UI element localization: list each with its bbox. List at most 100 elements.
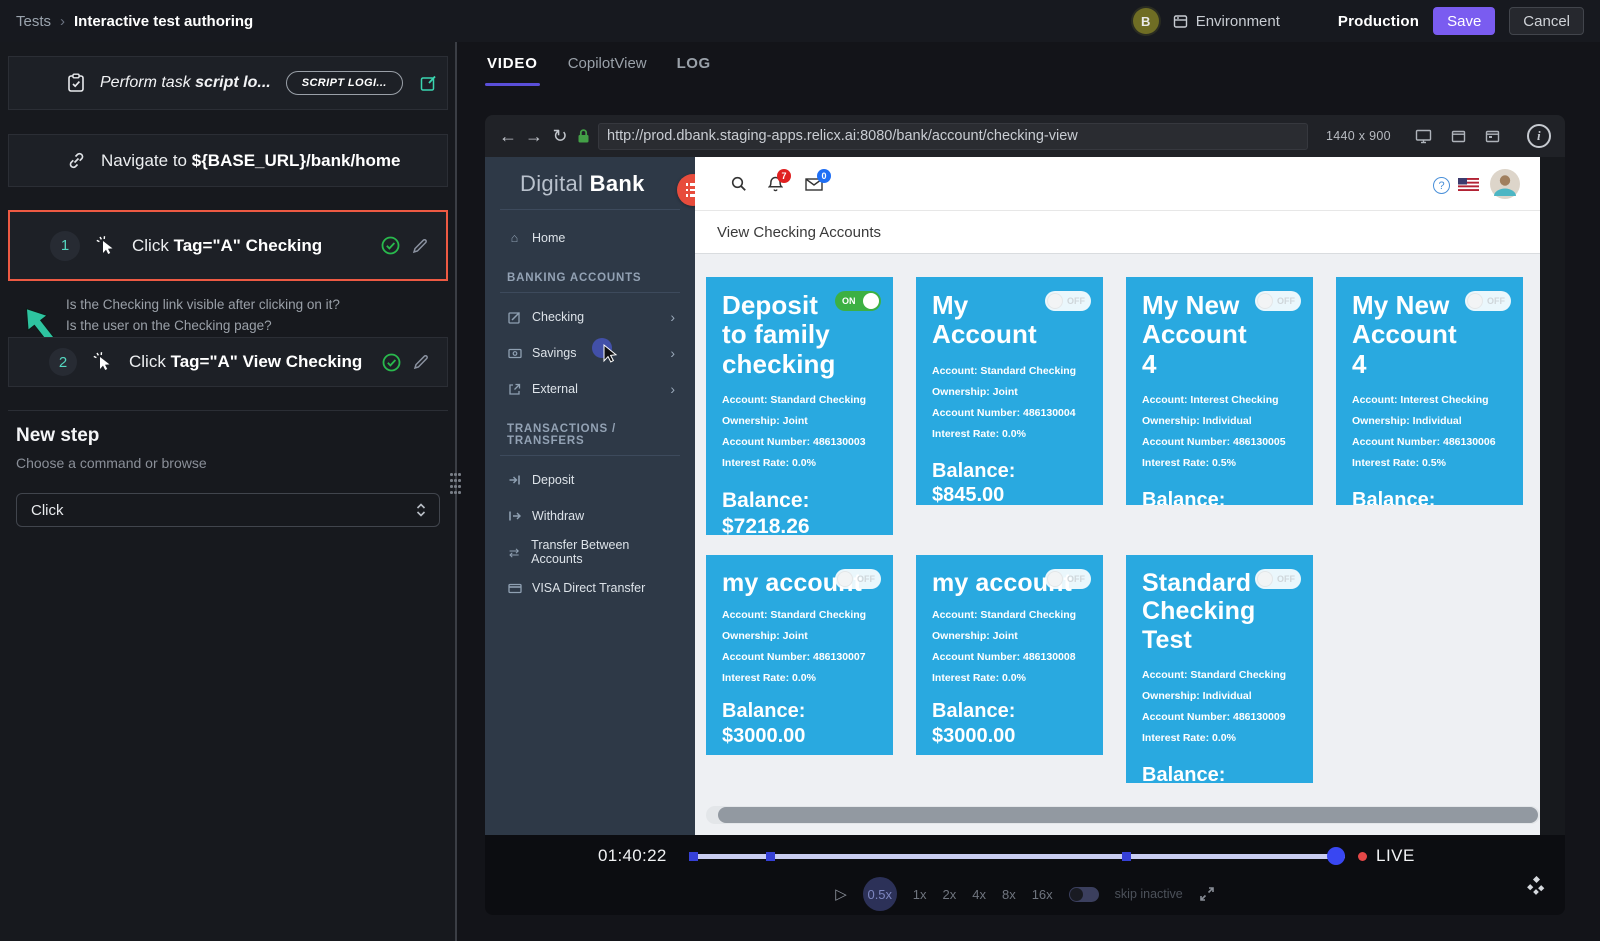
browser-forward-icon[interactable]: →: [521, 126, 547, 147]
deposit-icon: [507, 474, 522, 486]
bank-nav-savings[interactable]: Savings ›: [485, 335, 695, 371]
skip-inactive-toggle[interactable]: [1069, 887, 1099, 902]
account-toggle[interactable]: OFF: [1255, 569, 1301, 589]
tab-log[interactable]: LOG: [677, 55, 711, 86]
click-cursor-icon: [95, 235, 117, 257]
player-progress-track[interactable]: [690, 854, 1345, 859]
bank-section-banking-accounts: BANKING ACCOUNTS: [485, 256, 695, 284]
account-field: Ownership: Joint: [722, 411, 877, 432]
url-bar[interactable]: http://prod.dbank.staging-apps.relicx.ai…: [598, 123, 1308, 150]
event-marker[interactable]: [766, 852, 775, 861]
speed-0-5x-button[interactable]: 0.5x: [863, 877, 897, 911]
account-field: Ownership: Individual: [1142, 686, 1297, 707]
player-timestamp: 01:40:22: [598, 846, 682, 866]
step-1-edit-icon[interactable]: [412, 238, 428, 254]
bank-nav-visa-transfer[interactable]: VISA Direct Transfer: [485, 570, 695, 606]
help-icon[interactable]: ?: [1433, 177, 1450, 194]
tab-copilotview[interactable]: CopilotView: [568, 55, 647, 86]
task-clipboard-icon: [67, 73, 85, 93]
account-field: Account: Interest Checking: [1142, 390, 1297, 411]
account-field: Interest Rate: 0.0%: [932, 668, 1087, 689]
account-toggle[interactable]: OFF: [835, 569, 881, 589]
fullscreen-expand-icon[interactable]: [1199, 886, 1215, 902]
edit-task-icon[interactable]: [420, 75, 437, 92]
live-label: LIVE: [1376, 846, 1415, 866]
desktop-size-icon[interactable]: [1415, 129, 1432, 144]
account-field: Account: Standard Checking: [722, 390, 877, 411]
step-1-row-selected[interactable]: 1 Click Tag="A" Checking: [8, 210, 448, 281]
bank-user-avatar[interactable]: [1490, 169, 1520, 199]
account-field: Account: Standard Checking: [932, 605, 1087, 626]
speed-2x-button[interactable]: 2x: [943, 887, 957, 902]
account-field: Account Number: 486130005: [1142, 432, 1297, 453]
notification-badge: 7: [777, 169, 791, 183]
command-select[interactable]: Click: [16, 493, 440, 527]
breadcrumb-tests-link[interactable]: Tests: [16, 13, 51, 30]
browser-back-icon[interactable]: ←: [495, 126, 521, 147]
step-1-success-icon: [381, 236, 400, 255]
account-toggle[interactable]: OFF: [1045, 569, 1091, 589]
savings-icon: [507, 348, 522, 359]
account-toggle[interactable]: OFF: [1255, 291, 1301, 311]
bank-nav-external[interactable]: External ›: [485, 371, 695, 407]
bank-nav-checking[interactable]: Checking ›: [485, 299, 695, 335]
environment-value[interactable]: Production: [1338, 13, 1419, 30]
account-toggle[interactable]: OFF: [1465, 291, 1511, 311]
task-step-label: Perform task script lo...: [100, 74, 271, 92]
account-toggle[interactable]: ON: [835, 291, 881, 311]
bank-nav-home[interactable]: ⌂ Home: [485, 220, 695, 256]
play-button-icon[interactable]: ▷: [835, 885, 847, 903]
save-button[interactable]: Save: [1433, 7, 1495, 35]
bank-nav-withdraw[interactable]: Withdraw: [485, 498, 695, 534]
bank-nav-deposit[interactable]: Deposit: [485, 462, 695, 498]
step-2-row[interactable]: 2 Click Tag="A" View Checking: [8, 337, 448, 387]
speed-1x-button[interactable]: 1x: [913, 887, 927, 902]
speed-4x-button[interactable]: 4x: [972, 887, 986, 902]
account-field: Account: Standard Checking: [1142, 665, 1297, 686]
task-step-row[interactable]: Perform task script lo... SCRIPT LOGI...: [8, 56, 448, 110]
account-field: Account Number: 486130009: [1142, 707, 1297, 728]
tablet-size-icon[interactable]: [1451, 130, 1466, 143]
horizontal-scrollbar[interactable]: [706, 806, 1540, 824]
click-cursor-icon: [92, 351, 114, 373]
speed-16x-button[interactable]: 16x: [1032, 887, 1053, 902]
resize-sparkle-icon[interactable]: [1526, 876, 1546, 896]
account-field: Interest Rate: 0.0%: [722, 668, 877, 689]
viewport-size-label: 1440 x 900: [1326, 129, 1391, 143]
mobile-size-icon[interactable]: [1485, 130, 1500, 143]
account-balance: Balance:$7218.26: [722, 488, 877, 535]
account-field: Account: Standard Checking: [722, 605, 877, 626]
account-card-5: OFF my account Account: Standard Checkin…: [706, 555, 893, 755]
panel-resize-handle[interactable]: [448, 470, 464, 500]
script-login-pill-button[interactable]: SCRIPT LOGI...: [286, 71, 403, 95]
browser-chrome-bar: ← → ↻ http://prod.dbank.staging-apps.rel…: [485, 115, 1565, 157]
bank-sidebar: Digital Bank ⌂ Home BANKING ACCOUNTS Che…: [485, 157, 695, 835]
account-balance: Balance:$50.00: [1142, 763, 1297, 783]
bank-header: 7 0 ?: [695, 157, 1540, 211]
user-avatar[interactable]: B: [1133, 8, 1159, 34]
step-2-edit-icon[interactable]: [413, 354, 429, 370]
event-marker[interactable]: [1122, 852, 1131, 861]
assertion-line-1: Is the Checking link visible after click…: [66, 294, 340, 315]
browser-reload-icon[interactable]: ↻: [547, 126, 573, 147]
scrollbar-thumb[interactable]: [718, 807, 1538, 823]
recorded-cursor-icon: [590, 337, 620, 365]
view-tabs: VIDEO CopilotView LOG: [487, 55, 711, 86]
chevron-right-icon: ›: [670, 381, 675, 397]
bank-nav-transfer[interactable]: ⇄ Transfer Between Accounts: [485, 534, 695, 570]
navigate-step-row[interactable]: Navigate to ${BASE_URL}/bank/home: [8, 134, 448, 187]
cancel-button[interactable]: Cancel: [1509, 7, 1584, 35]
bank-page-title-bar: View Checking Accounts: [695, 211, 1540, 254]
search-icon[interactable]: [731, 176, 747, 192]
video-replay-container: ← → ↻ http://prod.dbank.staging-apps.rel…: [485, 115, 1565, 915]
chevron-right-icon: ›: [670, 309, 675, 325]
event-marker[interactable]: [689, 852, 698, 861]
environment-icon: [1173, 14, 1188, 29]
info-icon[interactable]: i: [1527, 124, 1551, 148]
speed-8x-button[interactable]: 8x: [1002, 887, 1016, 902]
account-toggle[interactable]: OFF: [1045, 291, 1091, 311]
tab-video[interactable]: VIDEO: [487, 55, 538, 86]
player-playhead[interactable]: [1327, 847, 1345, 865]
account-title: Deposit to family checking: [722, 291, 844, 379]
language-flag-icon[interactable]: [1458, 178, 1479, 191]
